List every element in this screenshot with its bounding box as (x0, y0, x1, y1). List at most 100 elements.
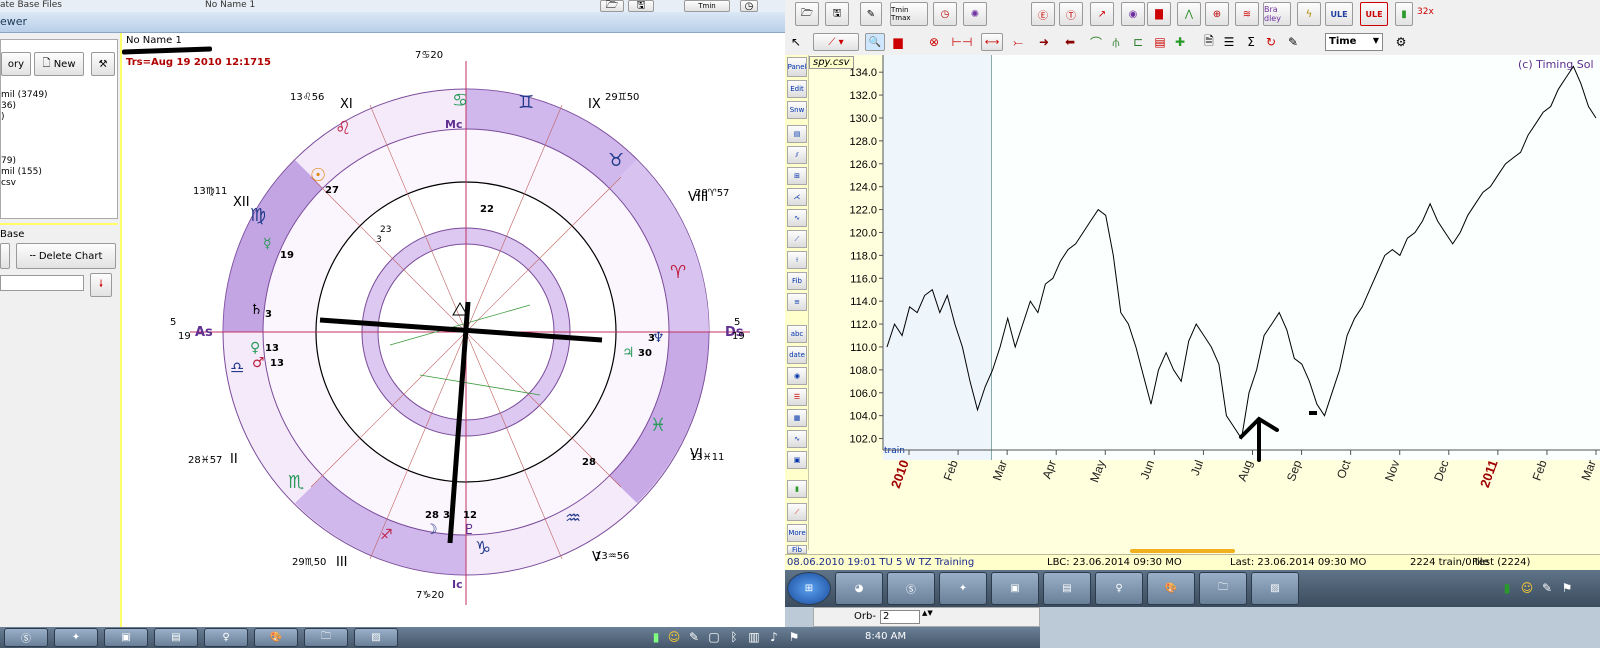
browser-icon[interactable]: ◕ (835, 572, 883, 605)
tray-icon[interactable]: ▮ (1500, 580, 1514, 596)
start-icon[interactable]: ⊞ (787, 572, 831, 605)
folder-icon[interactable]: 🗀 (1199, 572, 1247, 605)
tray-icon[interactable]: ▮ (650, 630, 662, 644)
astro-icon[interactable]: ♀ (1095, 572, 1143, 605)
range-icon[interactable]: ⊢⊣ (952, 33, 973, 51)
target-icon[interactable]: ◉ (1121, 2, 1145, 26)
wave-button[interactable]: ∿ (787, 430, 807, 448)
stripes-icon[interactable]: ☰ (787, 388, 807, 406)
cogs-icon[interactable]: ⚙ (1393, 33, 1409, 51)
trend-icon[interactable]: ↗ (1090, 2, 1114, 26)
list-icon[interactable]: ☰ (1221, 33, 1237, 51)
bracket-icon[interactable]: ⊏ (1129, 33, 1147, 51)
file-list[interactable]: ory 🗋 New ⚒ mil (3749) 36) ) 79) mil (15… (0, 39, 118, 219)
panel-button[interactable]: Panel (787, 57, 807, 77)
arrow-left-icon[interactable]: ⬅ (1061, 33, 1079, 51)
lines-icon[interactable]: ▤ (787, 125, 807, 143)
doc-icon[interactable]: 🗎 (1201, 33, 1217, 51)
flag-tray-icon[interactable]: ⚑ (788, 630, 800, 644)
trend-icon[interactable]: ⟋ (787, 230, 807, 248)
ule-button[interactable]: ULE (1325, 2, 1353, 26)
ule-red-button[interactable]: ULE (1360, 2, 1388, 26)
ts-app-icon[interactable]: ✦ (939, 572, 987, 605)
link-icon[interactable]: ⌒ (1087, 33, 1105, 51)
list-item[interactable]: mil (155) (1, 167, 42, 177)
pin-icon[interactable]: ⊕ (1205, 2, 1229, 26)
plus-icon[interactable]: ✚ (1171, 33, 1189, 51)
tab-no-name[interactable]: No Name 1 (205, 0, 255, 10)
clock[interactable]: 8:40 AM (865, 631, 906, 642)
new-button[interactable]: 🗋 New (34, 52, 84, 76)
skype-icon[interactable]: Ⓢ (4, 628, 48, 647)
delete-chart-button[interactable]: ╌ Delete Chart (16, 243, 116, 269)
status-file[interactable]: File (1472, 557, 1489, 568)
eye-icon[interactable]: ◉ (787, 367, 807, 385)
chart-icon[interactable]: ≋ (1235, 2, 1259, 26)
save-icon[interactable]: 🖫 (825, 2, 849, 26)
monitor-icon[interactable]: ▤ (1043, 572, 1091, 605)
palette-icon[interactable]: ▦ (787, 409, 807, 427)
ts-app-icon[interactable]: ✦ (54, 628, 98, 647)
list-item[interactable]: 79) (1, 156, 16, 166)
terminal-icon[interactable]: ▣ (991, 572, 1039, 605)
tmin-tmax-button[interactable]: Tmin (684, 0, 730, 12)
wave-icon[interactable]: ∿ (787, 209, 807, 227)
refresh-icon[interactable]: ↻ (1263, 33, 1279, 51)
channel-icon[interactable]: ⫽ (787, 146, 807, 164)
edit-button[interactable]: Edit (787, 80, 807, 98)
history-button[interactable]: ory (1, 52, 31, 76)
bars-icon[interactable]: ▤ (1151, 33, 1169, 51)
cursor-icon[interactable]: ↖ (787, 33, 805, 51)
arrow-down-icon[interactable]: 🠗 (90, 273, 112, 297)
paint-icon[interactable]: 🎨 (254, 628, 298, 647)
terminal-icon[interactable]: ▣ (104, 628, 148, 647)
date-button[interactable]: date (787, 346, 807, 364)
lightning-icon[interactable]: ϟ (1297, 2, 1321, 26)
arrow-button[interactable] (0, 243, 10, 269)
resize-icon[interactable]: ⟷ (981, 33, 1003, 51)
smiley-icon[interactable]: ☺ (1520, 580, 1534, 596)
book-icon[interactable]: ▮ (1395, 2, 1413, 26)
gann-icon[interactable]: ⟊ (787, 251, 807, 269)
calc-icon[interactable]: ▣ (787, 451, 807, 469)
smiley-icon[interactable]: ☺ (668, 630, 681, 644)
t-icon[interactable]: Ⓣ (1059, 2, 1083, 26)
astro-icon[interactable]: ♀ (204, 628, 248, 647)
flag-tray-icon[interactable]: ⚑ (1560, 580, 1574, 596)
zoom-icon[interactable]: 🔍 (865, 33, 885, 51)
list-item[interactable]: csv (1, 178, 16, 188)
monitor-icon[interactable]: ▤ (154, 628, 198, 647)
arrow-right-icon[interactable]: ➜ (1035, 33, 1053, 51)
list-item[interactable]: 36) (1, 101, 16, 111)
snow-button[interactable]: Snw (787, 101, 807, 119)
split-icon[interactable]: ⤚ (1009, 33, 1027, 51)
sigma-icon[interactable]: Σ (1243, 33, 1259, 51)
wheel-icon[interactable]: ✺ (963, 2, 987, 26)
trendline-icon[interactable]: ⟋ (787, 503, 807, 521)
orb-input[interactable]: 2 (880, 610, 920, 624)
tools-icon[interactable]: ⚒ (91, 52, 115, 76)
pen-icon[interactable]: ✎ (1285, 33, 1301, 51)
window-tray-icon[interactable]: ▢ (708, 630, 720, 644)
tab-base-files[interactable]: ate Base Files (0, 0, 62, 10)
folder-icon[interactable]: 🗀 (304, 628, 348, 647)
magnify-icon[interactable]: ⊗ (925, 33, 943, 51)
abc-button[interactable]: abc (787, 325, 807, 343)
pen-tray-icon[interactable]: ✎ (1540, 580, 1554, 596)
image-icon[interactable]: ▨ (1251, 572, 1299, 605)
folder-icon[interactable]: 🗁 (600, 0, 624, 12)
fan-icon[interactable]: ⋌ (787, 188, 807, 206)
folder-icon[interactable]: 🗁 (795, 2, 819, 26)
bradley-button[interactable]: Bra dley (1263, 2, 1291, 26)
fib-icon[interactable]: Fib (787, 272, 807, 290)
pen-tray-icon[interactable]: ✎ (688, 630, 700, 644)
clock-icon[interactable]: ◷ (933, 2, 957, 26)
grid-icon[interactable]: ⊞ (787, 167, 807, 185)
network-icon[interactable]: ▥ (748, 630, 760, 644)
skype-icon[interactable]: Ⓢ (887, 572, 935, 605)
fib-button[interactable]: Fib (787, 545, 807, 554)
e-icon[interactable]: Ⓔ (1031, 2, 1055, 26)
candles-icon[interactable]: ▮ (787, 480, 807, 498)
bluetooth-icon[interactable]: ᛒ (728, 630, 740, 644)
line-tool-button[interactable]: ⟋ ▾ (813, 33, 859, 51)
